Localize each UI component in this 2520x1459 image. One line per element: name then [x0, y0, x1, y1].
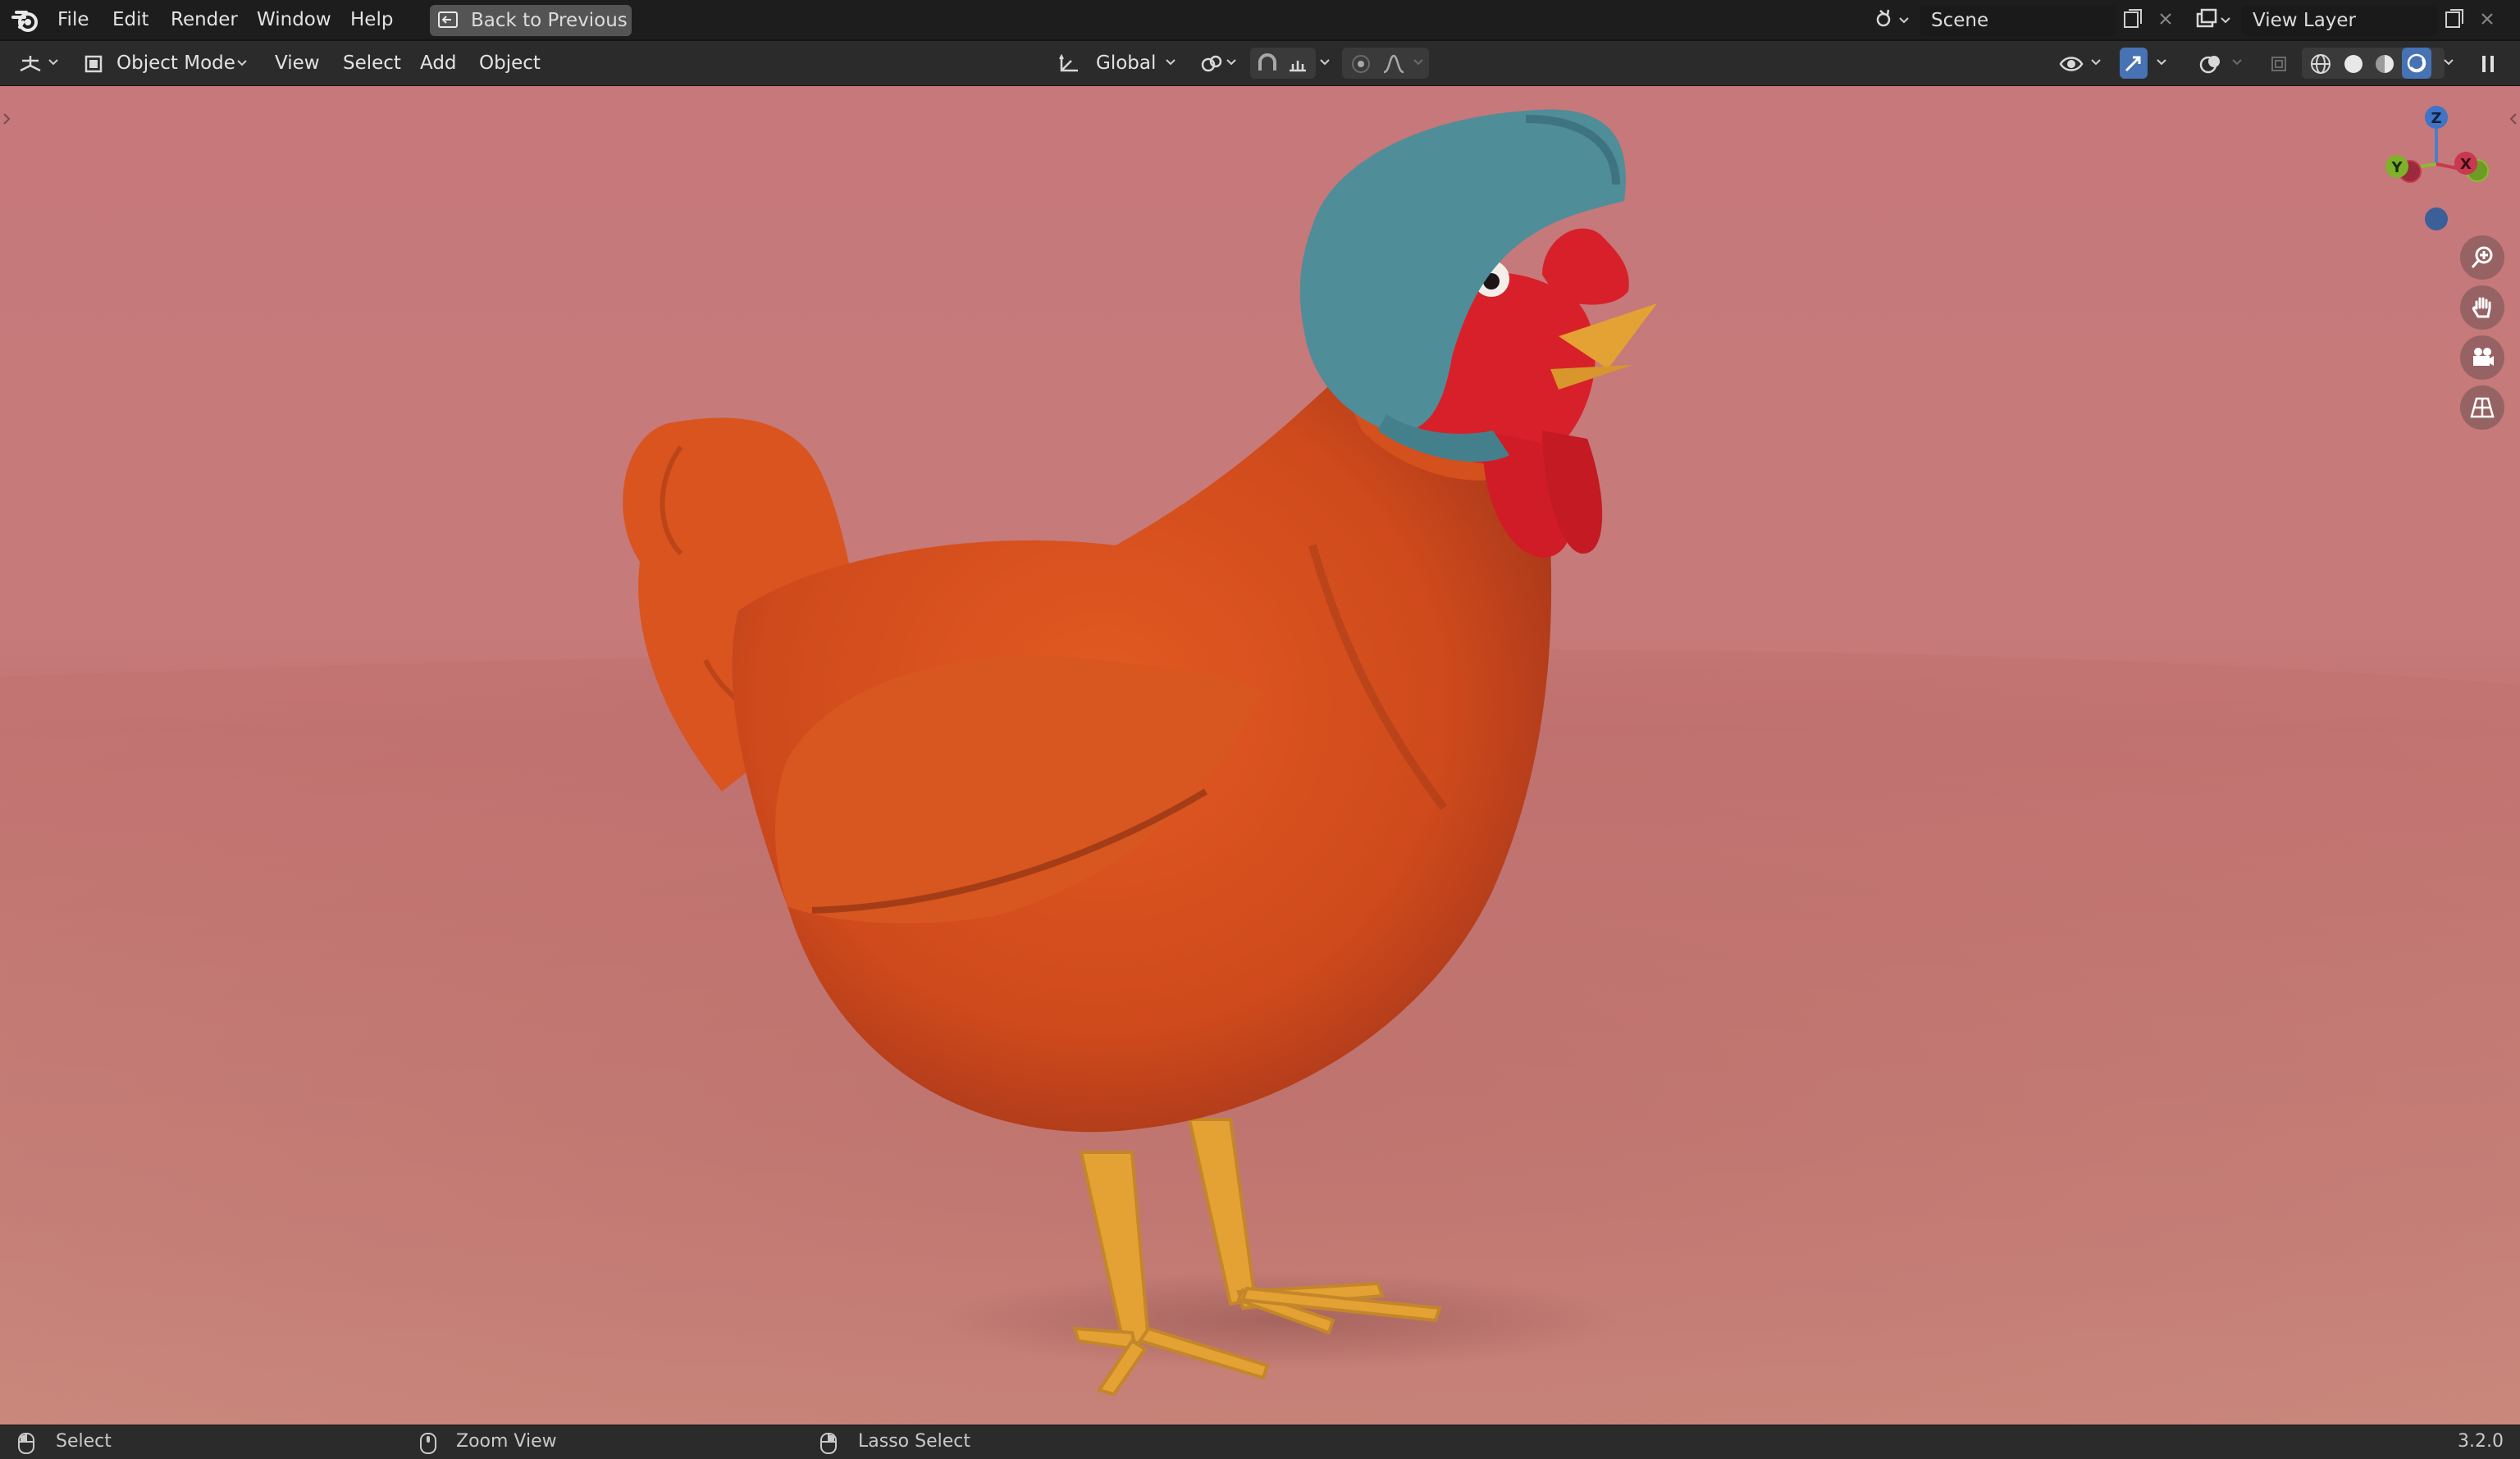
- menu-edit[interactable]: Edit: [112, 0, 149, 41]
- back-arrow-icon: [438, 11, 458, 28]
- menu-help[interactable]: Help: [350, 0, 393, 41]
- chevron-down-icon[interactable]: [2220, 16, 2231, 25]
- rendered-shading-icon: [2407, 53, 2426, 73]
- status-select: Select: [56, 1431, 112, 1452]
- chevron-down-icon[interactable]: [48, 58, 59, 66]
- 3d-viewport[interactable]: Z Y X: [0, 86, 2520, 1425]
- chevron-down-icon[interactable]: [1319, 58, 1331, 66]
- snap-magnet-icon[interactable]: [1255, 52, 1280, 75]
- overlays-icon[interactable]: [2198, 52, 2223, 75]
- close-view-layer-icon[interactable]: [2476, 7, 2499, 30]
- chevron-down-icon[interactable]: [2090, 58, 2102, 66]
- chevron-down-icon[interactable]: [1898, 16, 1910, 25]
- gizmo-icon: [2125, 56, 2141, 72]
- chevron-down-icon[interactable]: [1226, 58, 1237, 66]
- proportional-editing-icon[interactable]: [1349, 52, 1373, 75]
- menu-render[interactable]: Render: [171, 0, 238, 41]
- scene-name: Scene: [1931, 10, 1989, 31]
- camera-view-button[interactable]: [2460, 335, 2504, 380]
- back-to-previous-button[interactable]: Back to Previous: [430, 5, 632, 36]
- gizmo-neg-z-handle[interactable]: [2425, 207, 2448, 230]
- view-layer-name: View Layer: [2253, 10, 2357, 31]
- object-mode-label: Object Mode: [116, 52, 235, 74]
- status-zoom-view: Zoom View: [456, 1431, 557, 1452]
- viewport-header: Object Mode View Select Add Object Globa…: [0, 41, 2520, 86]
- menu-file[interactable]: File: [57, 0, 89, 41]
- hand-icon: [2472, 297, 2491, 318]
- gizmo-x-label: X: [2460, 156, 2472, 173]
- zoom-icon: [2471, 246, 2493, 268]
- grid-perspective-icon: [2470, 397, 2495, 418]
- menu-window[interactable]: Window: [257, 0, 331, 41]
- toggle-perspective-button[interactable]: [2460, 385, 2504, 430]
- mouse-right-icon: [820, 1433, 837, 1454]
- view-layer-icon[interactable]: [2195, 7, 2218, 30]
- mouse-middle-icon: [420, 1433, 436, 1454]
- xray-toggle-icon[interactable]: [2267, 52, 2292, 75]
- back-to-previous-label: Back to Previous: [471, 10, 628, 31]
- blender-logo-icon[interactable]: [11, 7, 39, 34]
- chevron-down-icon[interactable]: [2443, 58, 2454, 66]
- transform-orientation-icon[interactable]: [1057, 52, 1081, 75]
- pivot-point-icon[interactable]: [1199, 52, 1224, 75]
- scene-icon[interactable]: [1874, 7, 1897, 30]
- snap-increment-icon[interactable]: [1286, 52, 1311, 75]
- view-layer-field[interactable]: View Layer: [2241, 5, 2438, 36]
- toolbar-toggle-icon[interactable]: [2, 111, 11, 127]
- mouse-left-icon: [18, 1433, 34, 1454]
- material-preview-icon[interactable]: [2372, 52, 2397, 75]
- gizmo-z-label: Z: [2431, 110, 2441, 127]
- new-scene-icon[interactable]: [2121, 7, 2144, 30]
- menu-select[interactable]: Select: [343, 48, 401, 79]
- menu-add[interactable]: Add: [420, 48, 457, 79]
- status-lasso-select: Lasso Select: [858, 1431, 970, 1452]
- falloff-curve-icon[interactable]: [1381, 52, 1406, 75]
- menu-view[interactable]: View: [275, 48, 320, 79]
- scene-field[interactable]: Scene: [1920, 5, 2116, 36]
- rendered-hen-scene: [0, 109, 2520, 1425]
- zoom-view-button[interactable]: [2460, 235, 2504, 280]
- sidebar-toggle-icon[interactable]: [2509, 111, 2518, 127]
- top-menu-bar: File Edit Render Window Help Back to Pre…: [0, 0, 2520, 41]
- chevron-down-icon: [237, 60, 247, 66]
- chevron-down-icon[interactable]: [1413, 58, 1424, 66]
- close-scene-icon[interactable]: [2154, 7, 2177, 30]
- gizmo-toggle-button[interactable]: [2120, 48, 2148, 79]
- new-view-layer-icon[interactable]: [2443, 7, 2466, 30]
- version-label: 3.2.0: [2458, 1431, 2504, 1452]
- status-bar: Select Zoom View Lasso Select 3.2.0: [0, 1425, 2520, 1459]
- wireframe-shading-icon[interactable]: [2308, 52, 2333, 75]
- object-mode-icon: [84, 55, 103, 73]
- rendered-shading-button[interactable]: [2402, 48, 2431, 79]
- menu-object[interactable]: Object: [479, 48, 541, 79]
- pause-icon[interactable]: [2476, 52, 2500, 75]
- solid-shading-icon[interactable]: [2341, 52, 2366, 75]
- chevron-down-icon[interactable]: [2231, 58, 2243, 66]
- visibility-eye-icon[interactable]: [2059, 52, 2084, 75]
- gizmo-y-label: Y: [2390, 159, 2403, 176]
- chevron-down-icon[interactable]: [2156, 58, 2167, 66]
- orientation-dropdown[interactable]: Global: [1096, 48, 1156, 79]
- chevron-down-icon[interactable]: [1165, 58, 1176, 66]
- object-mode-dropdown[interactable]: Object Mode: [75, 48, 254, 79]
- camera-icon: [2473, 348, 2494, 366]
- editor-type-icon[interactable]: [18, 52, 43, 75]
- pan-view-button[interactable]: [2460, 285, 2504, 330]
